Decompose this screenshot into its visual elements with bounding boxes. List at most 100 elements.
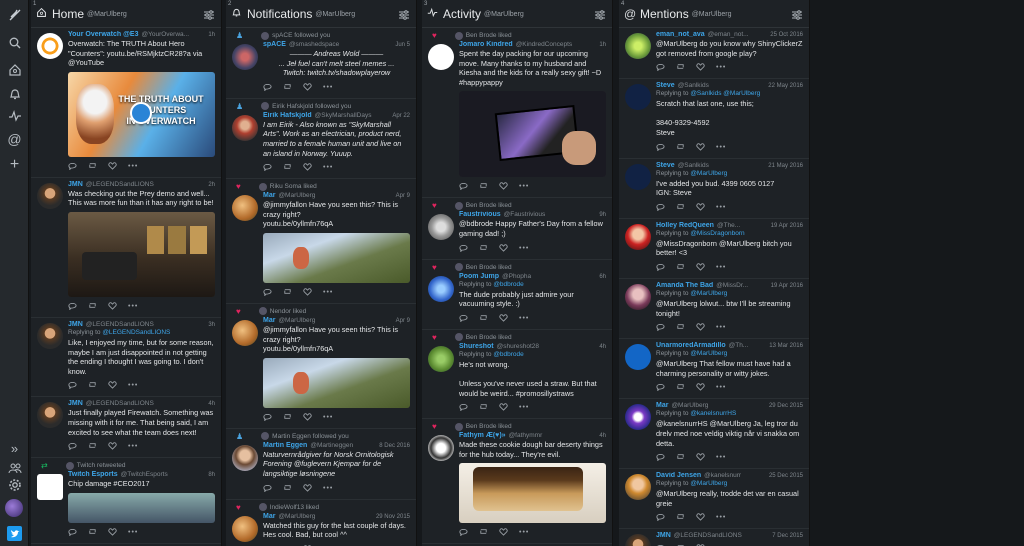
- tweet[interactable]: eman_not_ava @eman_not... 25 Oct 2016 @M…: [619, 28, 809, 80]
- reply-to-handle[interactable]: @bdbrode: [493, 351, 523, 358]
- retweet-icon[interactable]: [676, 382, 685, 393]
- retweet-icon[interactable]: [479, 181, 488, 192]
- like-icon[interactable]: [499, 527, 508, 538]
- tweet[interactable]: David Jensen @kanelsnurr 25 Dec 2015 Rep…: [619, 469, 809, 530]
- tweet-author-name[interactable]: UnarmoredArmadillo: [656, 342, 726, 349]
- context-avatar[interactable]: [454, 31, 463, 40]
- reply-to-handle[interactable]: @LEGENDSandLIONS: [102, 329, 170, 336]
- tweet-author-name[interactable]: Eirik Hafskjold: [263, 112, 312, 119]
- retweet-icon[interactable]: [88, 301, 97, 312]
- tweet-avatar[interactable]: [37, 402, 63, 429]
- tweet-author-handle[interactable]: @The...: [717, 222, 768, 229]
- retweet-icon[interactable]: [676, 322, 685, 333]
- reply-icon[interactable]: [68, 380, 77, 391]
- tweet-avatar[interactable]: [428, 345, 454, 372]
- like-icon[interactable]: [696, 452, 705, 463]
- reply-icon[interactable]: [263, 412, 272, 423]
- tweet-timestamp[interactable]: 25 Oct 2016: [770, 32, 803, 38]
- tweet-author-name[interactable]: spACE: [263, 41, 286, 48]
- context-avatar[interactable]: [258, 182, 267, 191]
- tweet-author-handle[interactable]: @smashedspace: [289, 41, 392, 48]
- settings-icon[interactable]: [6, 476, 23, 493]
- tweet-timestamp[interactable]: 8 Dec 2016: [379, 443, 410, 449]
- reply-icon[interactable]: [656, 142, 665, 153]
- prey-screenshot[interactable]: [68, 211, 215, 297]
- tweet-avatar[interactable]: [428, 275, 454, 302]
- reply-to-handle[interactable]: @kanelsnurrHS: [690, 410, 736, 417]
- tweet[interactable]: ♥ Nendor liked Mar @MarUlberg Apr 9 @jimm…: [226, 304, 416, 429]
- tweet-avatar[interactable]: [625, 33, 651, 59]
- tweet-avatar[interactable]: [37, 322, 63, 349]
- retweet-icon[interactable]: [479, 243, 488, 254]
- activity-icon[interactable]: [6, 107, 23, 124]
- tweet-author-handle[interactable]: @YourOverwa...: [142, 31, 206, 38]
- tweet-media[interactable]: [459, 91, 606, 178]
- tweet-avatar[interactable]: [428, 435, 454, 462]
- reply-icon[interactable]: [68, 441, 77, 452]
- reply-to-handle[interactable]: @Sanlkids @MarUlberg: [690, 90, 760, 97]
- tweet[interactable]: ♥ Ben Brode liked Faustrivious @Faustrivi…: [422, 198, 612, 260]
- like-icon[interactable]: [303, 412, 312, 423]
- tweet-timestamp[interactable]: Jun 5: [395, 42, 410, 48]
- tweet-timestamp[interactable]: 29 Dec 2015: [769, 403, 803, 409]
- column-header[interactable]: 4 @ Mentions @MarUlberg: [619, 0, 809, 28]
- tweet-author-handle[interactable]: @eman_not...: [708, 31, 768, 38]
- tweet[interactable]: Steve @Sanlkids 22 May 2016 Replying to …: [619, 79, 809, 159]
- more-icon[interactable]: •••: [716, 64, 725, 71]
- reply-icon[interactable]: [459, 313, 468, 324]
- tweet-author-handle[interactable]: @fathymmr: [509, 432, 597, 439]
- tweet-author-name[interactable]: Poom Jump: [459, 273, 499, 280]
- more-icon[interactable]: •••: [716, 264, 725, 271]
- add-column-icon[interactable]: +: [6, 156, 23, 173]
- more-icon[interactable]: •••: [716, 454, 725, 461]
- tweet-author-handle[interactable]: @MarUlberg: [278, 317, 392, 324]
- column-header[interactable]: 2 Notifications @MarUlberg: [226, 0, 416, 28]
- tweet-avatar[interactable]: [232, 444, 258, 471]
- tweet-author-name[interactable]: JMN: [68, 321, 83, 328]
- like-icon[interactable]: [303, 82, 312, 93]
- tweet-timestamp[interactable]: 2h: [208, 182, 215, 188]
- overwatch-video-thumbnail[interactable]: THE TRUTH ABOUT COUNTERS IN OVERWATCH: [68, 71, 215, 157]
- tweet-timestamp[interactable]: 1h: [599, 42, 606, 48]
- reply-to-handle[interactable]: @bdbrode: [493, 281, 523, 288]
- tweet[interactable]: Holley RedQueen @The... 19 Apr 2016 Repl…: [619, 219, 809, 279]
- retweet-icon[interactable]: [479, 402, 488, 413]
- like-icon[interactable]: [696, 382, 705, 393]
- tweet-timestamp[interactable]: 29 Nov 2015: [376, 514, 410, 520]
- like-icon[interactable]: [499, 243, 508, 254]
- tweet-timestamp[interactable]: 13 Mar 2016: [769, 343, 803, 349]
- more-icon[interactable]: •••: [716, 324, 725, 331]
- user-avatar-icon[interactable]: [5, 499, 23, 517]
- tweet-avatar[interactable]: [625, 84, 651, 111]
- tweet-author-handle[interactable]: @Martineggen: [310, 442, 376, 449]
- tweet[interactable]: JMN @LEGENDSandLIONS 2h Was checking out…: [31, 178, 221, 318]
- reply-icon[interactable]: [263, 483, 272, 494]
- tweet[interactable]: ♟ spACE followed you spACE @smashedspace …: [226, 28, 416, 99]
- tweet-avatar[interactable]: [625, 404, 651, 431]
- reply-to-handle[interactable]: @MarUlberg: [690, 290, 727, 297]
- tweet[interactable]: Mar @MarUlberg 29 Dec 2015 Replying to @…: [619, 399, 809, 470]
- like-icon[interactable]: [303, 483, 312, 494]
- like-icon[interactable]: [499, 402, 508, 413]
- reply-icon[interactable]: [263, 287, 272, 298]
- reply-icon[interactable]: [656, 62, 665, 73]
- reply-icon[interactable]: [263, 162, 272, 173]
- context-avatar[interactable]: [65, 461, 74, 470]
- tweet-timestamp[interactable]: 1h: [208, 32, 215, 38]
- more-icon[interactable]: •••: [323, 84, 332, 91]
- more-icon[interactable]: •••: [519, 315, 528, 322]
- reply-icon[interactable]: [459, 402, 468, 413]
- tweet-author-name[interactable]: eman_not_ava: [656, 31, 705, 38]
- tweet-timestamp[interactable]: 9h: [599, 212, 606, 218]
- tweet-timestamp[interactable]: 7 Dec 2015: [772, 533, 803, 539]
- tweet-author-name[interactable]: Your Overwatch @E3: [68, 31, 139, 38]
- search-icon[interactable]: [6, 34, 23, 51]
- context-avatar[interactable]: [454, 422, 463, 431]
- retweet-icon[interactable]: [676, 142, 685, 153]
- tweet-timestamp[interactable]: 4h: [208, 401, 215, 407]
- tweet-avatar[interactable]: [428, 214, 454, 241]
- reply-to-handle[interactable]: @MarUlberg: [690, 350, 727, 357]
- expand-icon[interactable]: »: [6, 440, 23, 457]
- context-avatar[interactable]: [261, 432, 270, 441]
- tweet-author-handle[interactable]: @Phopha: [502, 273, 596, 280]
